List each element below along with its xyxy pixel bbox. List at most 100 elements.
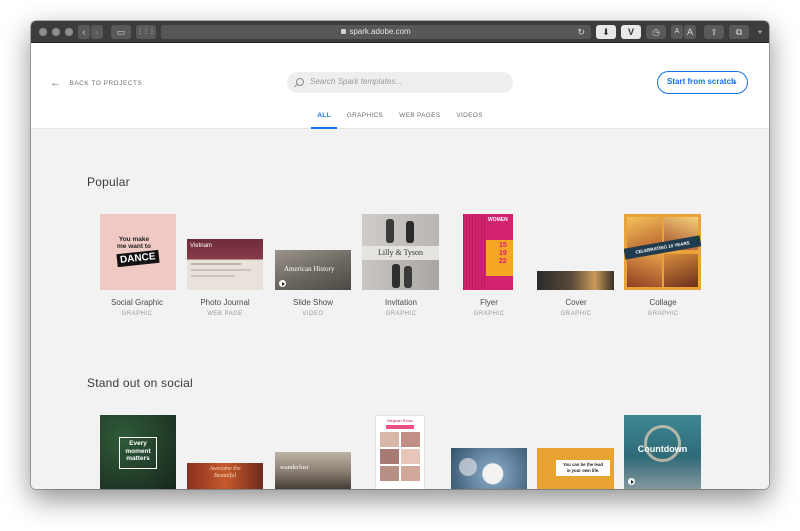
minimize-window-dot[interactable] [52,28,60,36]
figure-shape [386,219,394,243]
history-icon[interactable]: ◷ [646,25,666,39]
thumb-line: Beautiful [187,473,263,480]
thumb-text-line [191,263,241,265]
thumbnail: American History [275,250,351,290]
card-type: GRAPHIC [361,311,441,317]
template-card-every-moment[interactable]: Every moment matters [97,415,177,489]
template-card-photo-journal[interactable]: Vietnam Photo Journal WEB PAGE [185,214,265,324]
vimeo-extension-icon[interactable]: V [621,25,641,39]
card-name: Flyer [449,298,529,307]
tab-all[interactable]: ALL [317,113,331,129]
sidebar-toggle-icon[interactable]: ▭ [111,25,131,39]
tab-web-pages[interactable]: WEB PAGES [399,113,440,129]
url-text: spark.adobe.com [349,27,410,36]
grid-photo [401,432,420,447]
reload-icon[interactable]: ↻ [577,25,585,39]
template-card-beautiful[interactable]: Awesome the Beautiful [185,415,265,489]
thumb-line: Awesome the [187,466,263,473]
play-icon [628,478,635,485]
flyer-dates: 15 19 22 [499,242,507,266]
page-header: ←BACK TO PROJECTS Search Spark templates… [31,43,769,129]
top-sites-icon[interactable]: ⋮⋮⋮ [136,25,156,39]
thumbnail: Vietnam [187,239,263,290]
template-card-countdown[interactable]: Countdown [623,415,703,489]
thumbnail [451,448,527,489]
template-gallery: Popular You make me want to DANCE Social… [31,130,769,489]
template-card-wanderlust[interactable]: wanderlust [273,415,353,489]
browser-window: ‹ › ▭ ⋮⋮⋮ spark.adobe.com ↻ ⬇ V ◷ A A ⇪ … [31,21,769,489]
thumb-text: American History [284,265,334,273]
share-icon[interactable]: ⇪ [704,25,724,39]
thumb-line: me want to [117,243,151,250]
thumbnail: Awesome the Beautiful [187,463,263,489]
card-name: Social Graphic [97,298,177,307]
template-card-cover[interactable]: Cover GRAPHIC [536,214,616,324]
thumb-text: Every moment matters [119,437,157,469]
thumb-text: Lilly & Tyson [362,248,439,257]
grid-photo [380,432,399,447]
back-to-projects-link[interactable]: ←BACK TO PROJECTS [50,77,142,89]
zoom-window-dot[interactable] [65,28,73,36]
thumb-text: Vietnam [190,243,212,249]
figure-shape [404,266,412,288]
thumb-text: Awesome the Beautiful [187,466,263,480]
thumb-dance-label: DANCE [116,250,159,267]
flyer-date: 19 [499,250,507,258]
grid-photo [401,449,420,464]
card-name: Photo Journal [185,298,265,307]
download-icon[interactable]: ⬇ [596,25,616,39]
thumb-text-line [191,269,251,271]
card-type: VIDEO [273,311,353,317]
play-icon [279,280,286,287]
card-name: Invitation [361,298,441,307]
flyer-stripes [463,214,486,290]
search-icon [296,78,304,86]
grid-photo [380,466,399,481]
template-search-input[interactable]: Search Spark templates... [287,72,513,93]
template-card-invitation[interactable]: Lilly & Tyson Invitation GRAPHIC [361,214,441,324]
search-placeholder: Search Spark templates... [310,77,402,86]
thumb-text: You can be the lead in your own life. [556,460,610,476]
flyer-date: 15 [499,242,507,250]
thumbnail: Lilly & Tyson [362,214,439,290]
figure-shape [392,264,400,288]
card-name: Cover [536,298,616,307]
arrow-left-icon: ← [50,77,62,89]
back-nav-button[interactable]: ‹ [78,25,90,39]
template-card-slide-show[interactable]: American History Slide Show VIDEO [273,214,353,324]
forward-nav-button[interactable]: › [91,25,103,39]
card-type: GRAPHIC [536,311,616,317]
thumbnail: Countdown [624,415,701,489]
new-tab-icon[interactable]: + [753,25,767,39]
start-from-scratch-button[interactable]: Start from scratch ⌄ [657,71,748,94]
template-card-lead-life[interactable]: You can be the lead in your own life. [536,415,616,489]
card-type: GRAPHIC [623,311,703,317]
collage-photo [627,254,662,287]
couple-photo [362,260,439,290]
grid-photo [380,449,399,464]
thumbnail: You make me want to DANCE [100,214,176,290]
thumbnail: WOMEN 15 19 22 [463,214,513,290]
tab-graphics[interactable]: GRAPHICS [347,113,383,129]
thumb-line: You make [117,236,151,243]
thumbnail: wanderlust [275,452,351,489]
address-bar[interactable]: spark.adobe.com ↻ [161,25,591,39]
tab-videos[interactable]: VIDEOS [456,113,482,129]
thumb-text: Meghan Kensi [376,418,424,423]
template-card-food[interactable] [449,415,529,489]
close-window-dot[interactable] [39,28,47,36]
couple-photo [362,214,439,246]
template-card-social-graphic[interactable]: You make me want to DANCE Social Graphic… [97,214,177,324]
pink-banner [386,425,414,429]
show-tabs-icon[interactable]: ⧉ [729,25,749,39]
grid-photo [401,466,420,481]
template-card-collage[interactable]: CELEBRATING 10 YEARS Collage GRAPHIC [623,214,703,324]
template-card-meghan[interactable]: Meghan Kensi [361,415,441,489]
thumbnail: Every moment matters [100,415,176,489]
template-card-flyer[interactable]: WOMEN 15 19 22 Flyer GRAPHIC [449,214,529,324]
thumb-text: You make me want to [117,236,151,250]
text-larger-button[interactable]: A [684,25,696,39]
thumbnail: You can be the lead in your own life. [537,448,614,489]
text-smaller-button[interactable]: A [671,25,683,39]
thumbnail [537,271,614,290]
